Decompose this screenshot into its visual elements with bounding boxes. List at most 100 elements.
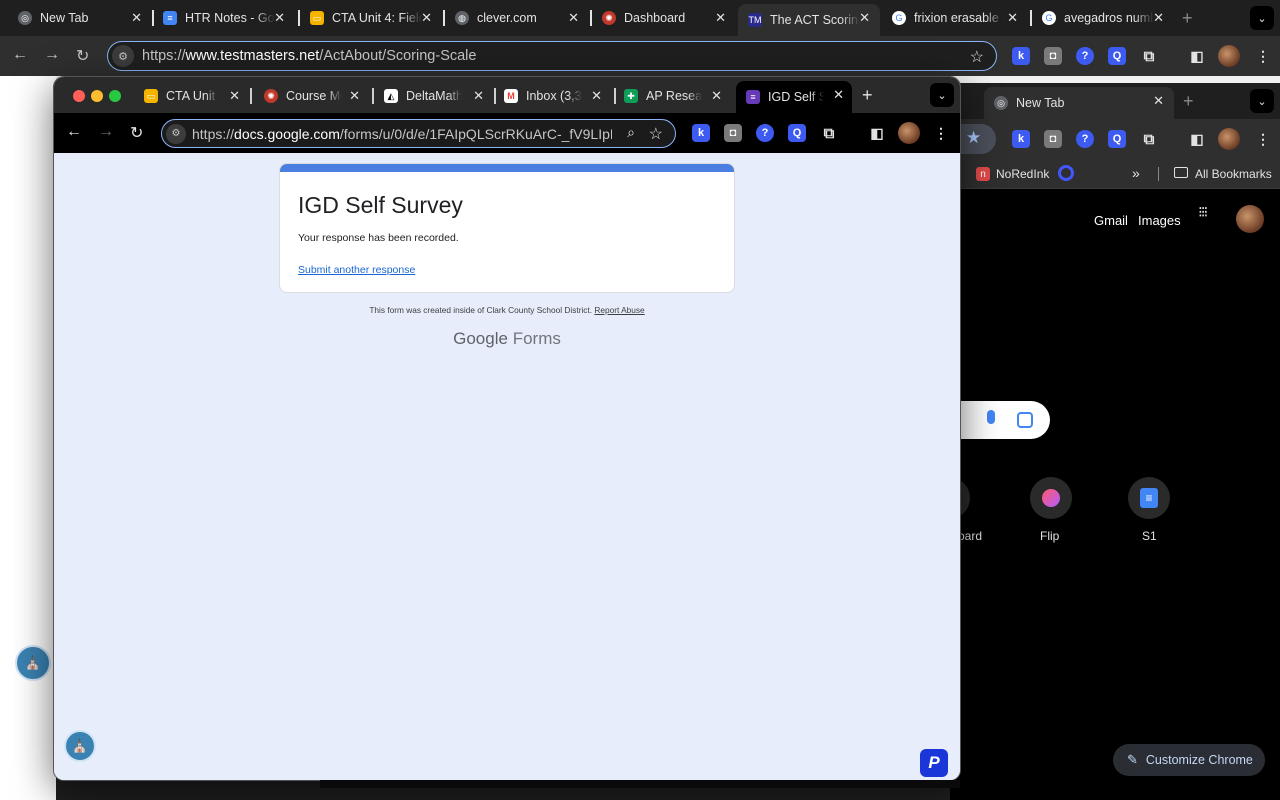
menu-dots-icon[interactable]: ⋮ [1254,130,1272,148]
profile-avatar[interactable] [1236,205,1264,233]
search-box[interactable] [950,401,1050,439]
more-bookmarks-chevron-icon[interactable]: » [1132,165,1140,181]
close-icon[interactable]: ✕ [421,10,432,26]
front-address-bar[interactable]: ⚙ https://docs.google.com/forms/u/0/d/e/… [161,119,676,148]
close-window-button[interactable] [73,90,85,102]
back-tab-new-tab[interactable]: ◎ New Tab ✕ [0,4,152,32]
zoom-window-button[interactable] [109,90,121,102]
close-icon[interactable]: ✕ [711,88,722,104]
back-arrow-icon[interactable]: ← [12,46,28,64]
close-icon[interactable]: ✕ [349,88,360,104]
submit-another-response-link[interactable]: Submit another response [298,264,415,276]
side-panel-icon[interactable]: ◧ [1188,130,1206,148]
bookmark-star-icon[interactable]: ★ [966,128,981,148]
close-icon[interactable]: ✕ [274,10,285,26]
accessibility-helper-button[interactable]: ⛪ [15,645,51,681]
back-tab-htr-notes[interactable]: ≡ HTR Notes - Google Docs ✕ [145,4,295,32]
extension-camera-icon[interactable]: ◘ [724,124,742,142]
back-tab-cta-unit[interactable]: ▭ CTA Unit 4: Fieldwork ✕ [292,4,442,32]
extensions-puzzle-icon[interactable]: ⧉ [1140,47,1158,65]
customize-chrome-button[interactable]: ✎ Customize Chrome [1113,744,1265,776]
front-tab-igd-self-survey[interactable]: ≡ IGD Self Survey ✕ [736,81,852,113]
google-lens-icon[interactable] [1017,412,1033,428]
back-tab-frixion[interactable]: G frixion erasable pens ✕ [878,4,1028,32]
shortcut-tile-flip[interactable]: Flip [1028,471,1074,551]
menu-dots-icon[interactable]: ⋮ [932,124,950,142]
p-extension-button[interactable]: P [920,749,948,777]
close-icon[interactable]: ✕ [591,88,602,104]
front-tab-cta-unit[interactable]: ▭ CTA Unit 4: Fieldwork ✕ [130,82,248,110]
forward-arrow-icon[interactable]: → [98,123,114,141]
quizlet-icon[interactable] [1058,165,1074,181]
minimize-window-button[interactable] [91,90,103,102]
shortcut-label: Flip [1040,529,1060,543]
front-tab-deltamath[interactable]: ◭ DeltaMath ✕ [370,82,492,110]
report-abuse-link[interactable]: Report Abuse [594,305,644,315]
back-tab-act-scoring[interactable]: TM The ACT Scoring Scale ✕ [738,4,880,36]
close-icon[interactable]: ✕ [568,10,579,26]
images-link[interactable]: Images [1138,213,1181,228]
forward-arrow-icon[interactable]: → [44,46,60,64]
close-icon[interactable]: ✕ [715,10,726,26]
side-panel-icon[interactable]: ◧ [1188,47,1206,65]
bookmark-star-icon[interactable]: ☆ [970,47,984,67]
close-icon[interactable]: ✕ [131,10,142,26]
close-icon[interactable]: ✕ [859,10,870,26]
accessibility-helper-button[interactable]: ⛪ [64,730,96,762]
apps-grid-icon[interactable]: ⁝⁝⁝ [1198,205,1216,220]
site-settings-icon[interactable]: ⚙ [112,45,134,67]
extensions-puzzle-icon[interactable]: ⧉ [820,124,838,142]
close-icon[interactable]: ✕ [229,88,240,104]
tab-label: DeltaMath [406,89,462,103]
back-tab-avegadros[interactable]: G avegadros number ✕ [1024,4,1174,32]
google-forms-page: IGD Self Survey Your response has been r… [54,153,960,780]
tab-search-chevron-icon[interactable]: ⌄ [930,83,954,107]
bookmark-star-icon[interactable]: ☆ [649,124,663,144]
extension-q-icon[interactable]: Q [1108,130,1126,148]
side-panel-icon[interactable]: ◧ [868,124,886,142]
profile-avatar[interactable] [898,122,920,144]
close-icon[interactable]: ✕ [1007,10,1018,26]
tab-search-chevron-icon[interactable]: ⌄ [1250,89,1274,113]
gmail-link[interactable]: Gmail [1094,213,1128,228]
front-tab-ap-research[interactable]: ✚ AP Research ✕ [610,82,730,110]
new-tab-plus-icon[interactable]: + [862,85,873,106]
back-arrow-icon[interactable]: ← [66,123,82,141]
extension-q-icon[interactable]: Q [788,124,806,142]
reload-icon[interactable]: ↻ [76,46,89,66]
extension-help-icon[interactable]: ? [756,124,774,142]
all-bookmarks-button[interactable]: All Bookmarks [1195,167,1272,181]
extension-k-icon[interactable]: k [1012,47,1030,65]
menu-dots-icon[interactable]: ⋮ [1254,47,1272,65]
close-icon[interactable]: ✕ [1153,10,1164,26]
google-forms-logo[interactable]: Google Forms [54,329,960,349]
extension-help-icon[interactable]: ? [1076,130,1094,148]
reload-icon[interactable]: ↻ [130,123,143,143]
back-tab-clever[interactable]: ◍ clever.com ✕ [437,4,589,32]
shortcut-tile-s1[interactable]: ≡ S1 [1128,471,1174,551]
extension-k-icon[interactable]: k [692,124,710,142]
zoom-search-icon[interactable]: ⌕ [627,124,635,141]
new-tab-plus-icon[interactable]: + [1183,91,1194,112]
right-tab-new-tab[interactable]: ◎ New Tab ✕ [984,87,1174,119]
extension-help-icon[interactable]: ? [1076,47,1094,65]
site-settings-icon[interactable]: ⚙ [166,123,186,144]
close-icon[interactable]: ✕ [1153,93,1164,109]
profile-avatar[interactable] [1218,128,1240,150]
back-tab-dashboard[interactable]: ✺ Dashboard ✕ [584,4,736,32]
front-tab-course-modules[interactable]: ✺ Course Modules ✕ [250,82,368,110]
profile-avatar[interactable] [1218,45,1240,67]
extension-camera-icon[interactable]: ◘ [1044,47,1062,65]
extensions-puzzle-icon[interactable]: ⧉ [1140,130,1158,148]
extension-q-icon[interactable]: Q [1108,47,1126,65]
extension-k-icon[interactable]: k [1012,130,1030,148]
tab-search-chevron-icon[interactable]: ⌄ [1250,6,1274,30]
bookmark-noredink[interactable]: NoRedInk [996,167,1049,181]
microphone-icon[interactable] [987,410,995,424]
close-icon[interactable]: ✕ [833,87,844,103]
back-address-bar[interactable]: ⚙ https://www.testmasters.net/ActAbout/S… [107,41,997,71]
close-icon[interactable]: ✕ [473,88,484,104]
extension-camera-icon[interactable]: ◘ [1044,130,1062,148]
new-tab-plus-icon[interactable]: + [1182,8,1193,29]
front-tab-inbox[interactable]: M Inbox (3,329) ✕ [490,82,610,110]
